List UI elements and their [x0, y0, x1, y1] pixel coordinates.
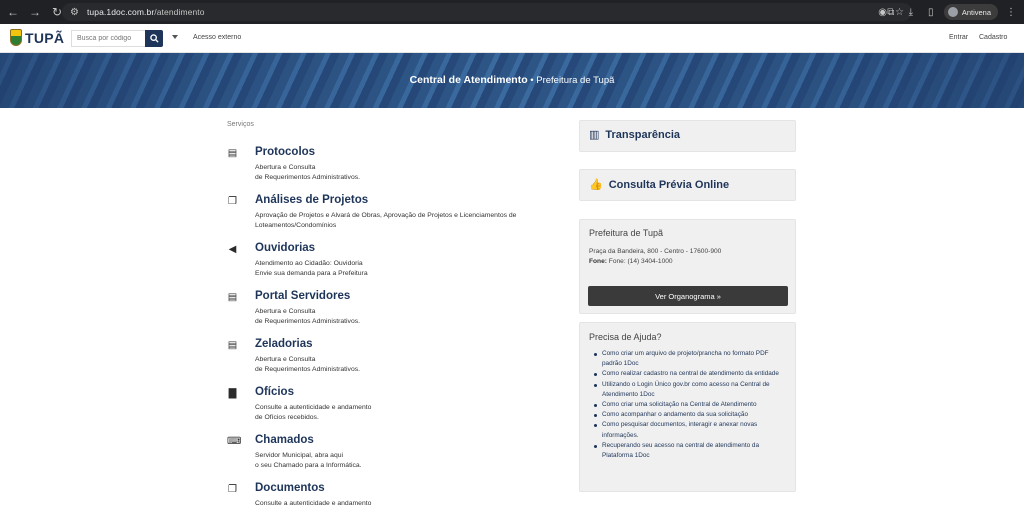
help-list: Como criar um arquivo de projeto/prancha… [594, 349, 790, 461]
site-logo[interactable]: TUPÃ [10, 29, 64, 46]
list-icon: ▤ [227, 148, 238, 159]
transparency-card[interactable]: ▥ Transparência [579, 120, 796, 152]
organogram-button[interactable]: Ver Organograma » [588, 286, 788, 306]
services-label: Serviços [227, 121, 254, 128]
thumbs-up-icon: 👍 [589, 179, 603, 191]
transparency-link[interactable]: Transparência [605, 129, 680, 141]
prior-consult-card[interactable]: 👍 Consulta Prévia Online [579, 169, 796, 201]
bar-chart-icon: ▥ [589, 129, 600, 141]
prefeitura-card: Prefeitura de Tupã Praça da Bandeira, 80… [579, 219, 796, 314]
help-link[interactable]: Como pesquisar documentos, interagir e a… [594, 420, 790, 440]
address-url: tupa.1doc.com.br/atendimento [86, 7, 205, 17]
profile-button[interactable]: Antivena [943, 4, 998, 20]
prefeitura-phone: Fone: Fone: (14) 3404-1000 [589, 258, 673, 265]
page-title: Central de Atendimento • Prefeitura de T… [409, 74, 615, 86]
external-access-link[interactable]: Acesso externo [193, 34, 241, 41]
menu-dots-icon[interactable]: ⋮ [1004, 7, 1018, 18]
site-info-icon[interactable]: ⚙ [70, 7, 79, 18]
download-icon[interactable]: ⤓ [904, 7, 918, 18]
browser-toolbar: ← → ↻ ⚙ tupa.1doc.com.br/atendimento ◉ ☆… [0, 0, 1024, 24]
back-icon[interactable]: ← [4, 3, 22, 21]
hero-banner: Central de Atendimento • Prefeitura de T… [0, 53, 1024, 108]
search-button[interactable] [145, 30, 163, 47]
prefeitura-address: Praça da Bandeira, 800 - Centro - 17600-… [589, 248, 722, 255]
prefeitura-title: Prefeitura de Tupã [589, 228, 664, 238]
search-input[interactable] [71, 30, 145, 47]
prior-consult-link[interactable]: Consulta Prévia Online [609, 179, 729, 191]
copy-icon: ❐ [228, 484, 237, 495]
register-link[interactable]: Cadastro [979, 34, 1007, 41]
file-icon: ▇ [228, 388, 237, 399]
login-link[interactable]: Entrar [949, 34, 968, 41]
keyboard-icon: ⌨ [227, 436, 242, 447]
help-link[interactable]: Como criar uma solicitação na Central de… [594, 400, 790, 410]
avatar [947, 7, 958, 17]
help-link[interactable]: Como criar um arquivo de projeto/prancha… [594, 349, 790, 369]
copy-icon: ❐ [228, 196, 237, 207]
site-header: TUPÃ Acesso externo Entrar Cadastro [0, 24, 1024, 53]
help-link[interactable]: Utilizando o Login Único gov.br como ace… [594, 380, 790, 400]
help-link[interactable]: Como realizar cadastro na central de ate… [594, 369, 790, 379]
coat-of-arms-icon [10, 29, 22, 46]
list-icon: ▤ [227, 340, 238, 351]
sidebar-icon[interactable]: ▯ [924, 7, 938, 18]
extensions-icon[interactable]: ⧉ [884, 7, 898, 18]
help-link[interactable]: Como acompanhar o andamento da sua solic… [594, 410, 790, 420]
address-bar[interactable]: ⚙ tupa.1doc.com.br/atendimento ◉ ☆ [62, 3, 912, 21]
help-card: Precisa de Ajuda? Como criar um arquivo … [579, 322, 796, 492]
help-link[interactable]: Recuperando seu acesso na central de ate… [594, 441, 790, 461]
help-title: Precisa de Ajuda? [589, 332, 662, 342]
search-icon [149, 34, 159, 43]
megaphone-icon: ◀ [228, 244, 237, 255]
list-icon: ▤ [227, 292, 238, 303]
forward-icon[interactable]: → [26, 3, 44, 21]
chevron-down-icon[interactable] [172, 35, 178, 39]
